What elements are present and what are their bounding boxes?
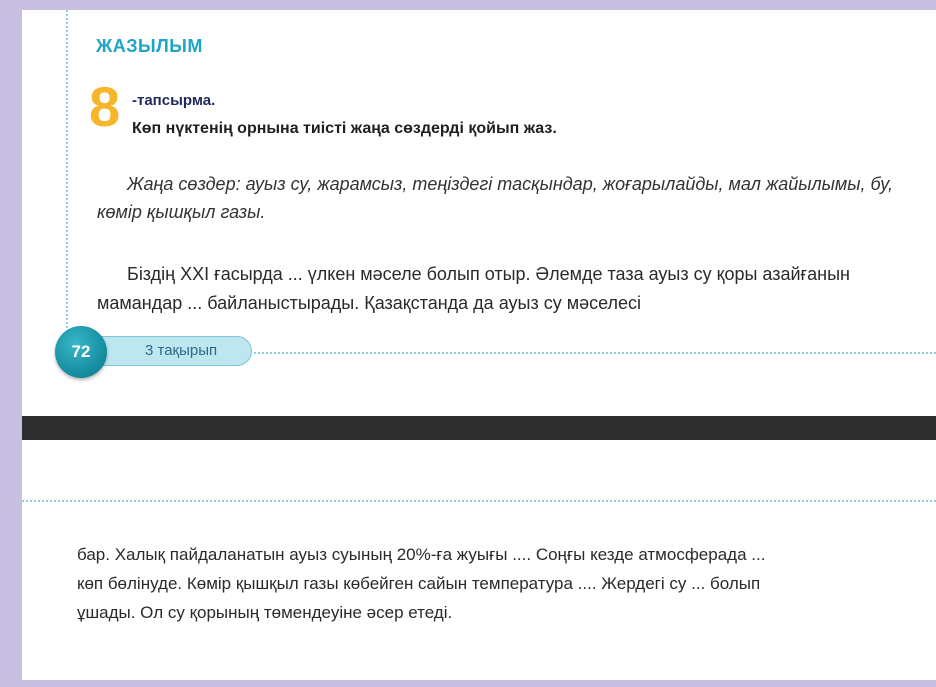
- topic-tab: 3 тақырып: [88, 336, 252, 366]
- task-number: 8: [89, 75, 121, 138]
- exercise-paragraph-top: Біздің XXI ғасырда ... үлкен мәселе болы…: [97, 264, 850, 313]
- task-label: -тапсырма.: [132, 92, 216, 109]
- section-heading: ЖАЗЫЛЫМ: [96, 36, 203, 56]
- task-instruction: Көп нүктенің орнына тиісті жаңа сөздерді…: [132, 120, 557, 137]
- footer-dotted-line: [254, 352, 936, 354]
- textbook-page: — — — — — — — — — — — — — — ЖАЗЫЛЫМ 8 -т…: [22, 10, 936, 680]
- header-dotted-line: [22, 500, 936, 502]
- exercise-paragraph-bottom: бар. Халық пайдаланатын ауыз суының 20%-…: [77, 545, 766, 622]
- cut-off-text-line: — — — — — — — — — — — — — —: [100, 10, 395, 16]
- new-words-list: Жаңа сөздер: ауыз су, жарамсыз, теңіздег…: [97, 174, 894, 222]
- page-number-badge: 72: [55, 326, 107, 378]
- vertical-dotted-guide: [66, 10, 68, 332]
- page-divider-bar: [22, 416, 936, 440]
